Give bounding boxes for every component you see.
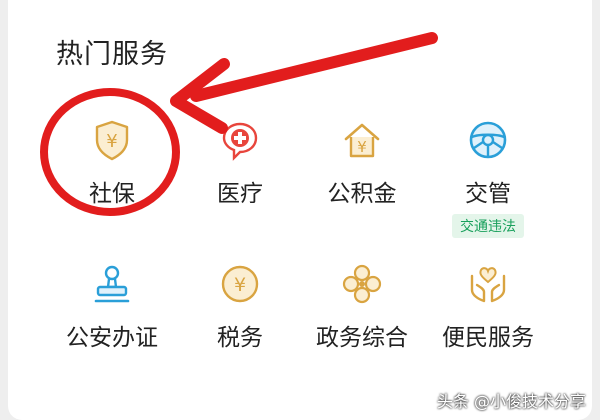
- service-label: 公积金: [327, 181, 397, 207]
- watermark: 头条 @小俊技术分享: [436, 392, 586, 411]
- service-label: 便民服务: [442, 325, 534, 351]
- shield-yuan-icon: ¥: [90, 118, 134, 162]
- svg-text:¥: ¥: [234, 274, 246, 296]
- service-convenience[interactable]: 便民服务: [428, 262, 548, 372]
- svg-text:¥: ¥: [106, 131, 117, 152]
- service-label: 医疗: [217, 181, 263, 207]
- svg-text:¥: ¥: [357, 138, 367, 156]
- house-yuan-icon: ¥: [340, 118, 384, 162]
- medical-cross-icon: [218, 118, 262, 162]
- service-medical[interactable]: 医疗: [180, 118, 300, 228]
- service-label: 交管: [465, 181, 511, 207]
- section-title: 热门服务: [56, 39, 168, 70]
- service-housing-fund[interactable]: ¥ 公积金: [302, 118, 422, 228]
- service-government-affairs[interactable]: 政务综合: [302, 262, 422, 372]
- hands-heart-icon: [466, 262, 510, 306]
- service-label: 政务综合: [316, 325, 408, 351]
- service-tax[interactable]: ¥ 税务: [180, 262, 300, 372]
- steering-wheel-icon: [466, 118, 510, 162]
- stamp-icon: [90, 262, 134, 306]
- coin-yuan-icon: ¥: [218, 262, 262, 306]
- service-label: 社保: [89, 181, 135, 207]
- service-label: 税务: [217, 325, 263, 351]
- traffic-violation-tag[interactable]: 交通违法: [452, 214, 524, 238]
- clover-icon: [340, 262, 384, 306]
- service-traffic[interactable]: 交管 交通违法: [428, 118, 548, 238]
- service-label: 公安办证: [66, 325, 158, 351]
- service-police-certificates[interactable]: 公安办证: [52, 262, 172, 372]
- service-social-security[interactable]: ¥ 社保: [52, 118, 172, 228]
